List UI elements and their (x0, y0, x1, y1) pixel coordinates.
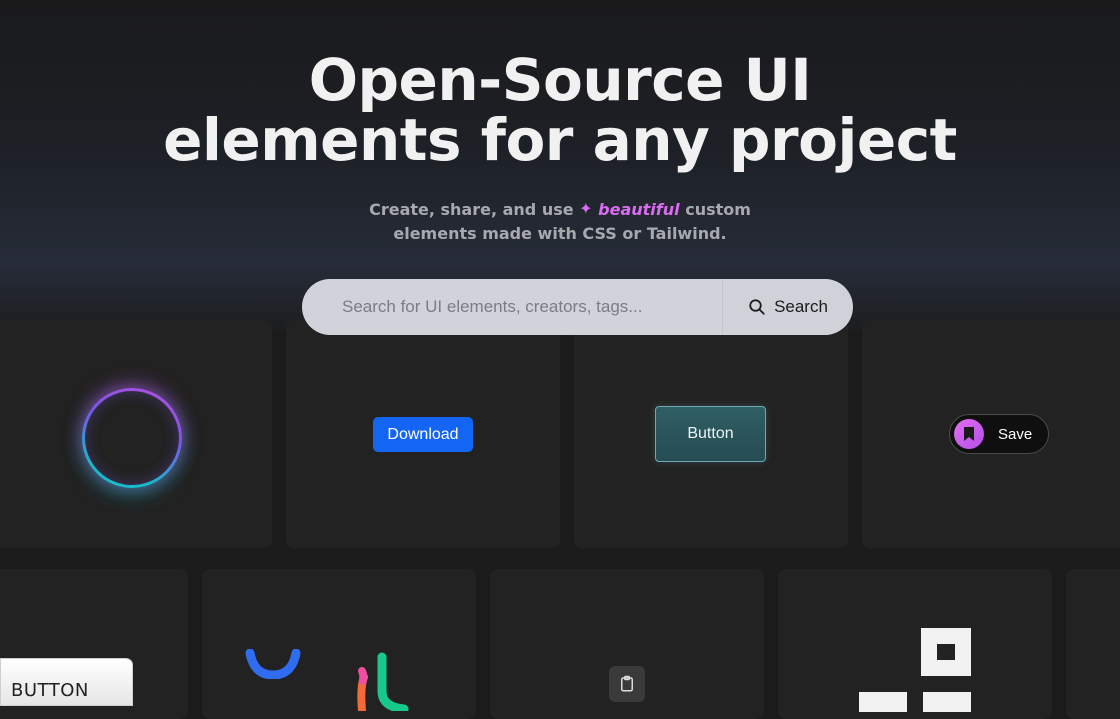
card-squares[interactable] (778, 569, 1052, 719)
search-button-label: Search (774, 297, 828, 316)
card-save[interactable]: Save (862, 320, 1120, 548)
download-button[interactable]: Download (373, 417, 473, 452)
square-block-large (921, 628, 971, 676)
search-icon (749, 299, 765, 315)
blue-arc-shape (245, 649, 301, 679)
copy-button[interactable] (609, 666, 645, 702)
save-icon-circle (954, 419, 984, 449)
search-bar: Search (302, 279, 853, 335)
hero-title-line1: Open-Source UI (308, 46, 812, 114)
card-download[interactable]: Download (286, 320, 560, 548)
subtitle-line2: elements made with CSS or Tailwind. (393, 224, 727, 243)
hero-subtitle: Create, share, and use ✦ beautiful custo… (0, 198, 1120, 246)
hero-title-line2: elements for any project (163, 106, 957, 174)
save-button[interactable]: Save (949, 414, 1049, 454)
bookmark-icon (964, 427, 974, 441)
sparkle-icon: ✦ (579, 199, 593, 218)
glow-ring-loader (82, 388, 182, 488)
search-input[interactable] (302, 279, 722, 335)
square-block-right (923, 692, 971, 712)
subtitle-part1: Create, share, and use (369, 200, 574, 219)
square-block-left (859, 692, 907, 712)
multicolor-hook-shape (357, 652, 409, 711)
card-glow-ring[interactable] (0, 320, 272, 548)
subtitle-highlight: beautiful (598, 200, 680, 219)
glass-button[interactable]: Button (655, 406, 766, 462)
search-button[interactable]: Search (722, 279, 853, 335)
save-button-label: Save (998, 425, 1033, 443)
corner-button[interactable]: BUTTON (0, 658, 133, 706)
clipboard-icon (621, 675, 633, 692)
card-partial-right[interactable] (1066, 569, 1120, 719)
card-clipboard[interactable] (490, 569, 764, 719)
card-glass-button[interactable]: Button (574, 320, 848, 548)
subtitle-part2: custom (685, 200, 751, 219)
card-colorful-loader[interactable] (202, 569, 476, 719)
hero-title: Open-Source UI elements for any project (0, 50, 1120, 170)
